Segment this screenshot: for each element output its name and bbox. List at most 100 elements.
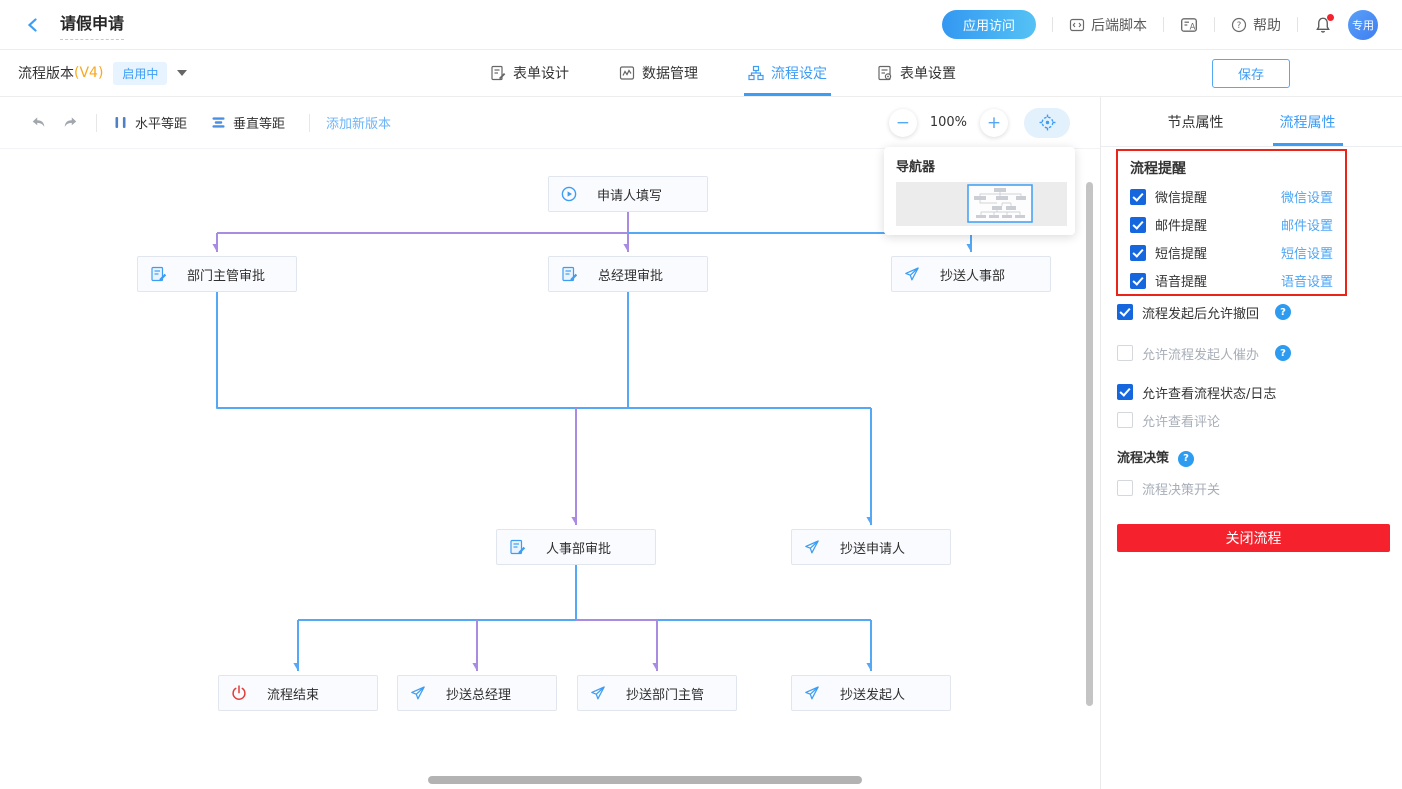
checkbox-label: 微信提醒 bbox=[1155, 187, 1207, 206]
divider bbox=[1163, 17, 1164, 32]
app-access-button[interactable]: 应用访问 bbox=[942, 10, 1036, 39]
view-comments-checkbox[interactable] bbox=[1117, 412, 1133, 428]
help-icon[interactable]: ? bbox=[1275, 345, 1291, 361]
checkbox-label: 允许查看流程状态/日志 bbox=[1142, 383, 1276, 402]
flow-node-dept-manager-approve[interactable]: 部门主管审批 bbox=[137, 256, 297, 292]
flow-node-applicant-fill[interactable]: 申请人填写 bbox=[548, 176, 708, 212]
node-label: 抄送申请人 bbox=[840, 538, 905, 557]
version-tag: (V4) bbox=[74, 65, 103, 81]
approval-edit-icon bbox=[561, 266, 578, 282]
code-icon bbox=[1069, 17, 1085, 33]
tab-flow-setting[interactable]: 流程设定 bbox=[744, 50, 831, 96]
approval-edit-icon bbox=[150, 266, 167, 282]
allow-withdraw-checkbox[interactable] bbox=[1117, 304, 1133, 320]
navigator-toggle-button[interactable] bbox=[1024, 108, 1070, 138]
wechat-reminder-checkbox[interactable] bbox=[1130, 189, 1146, 205]
option-decision-switch: 流程决策开关 bbox=[1117, 478, 1220, 498]
divider bbox=[1297, 17, 1298, 32]
question-circle-icon bbox=[1231, 17, 1247, 33]
target-icon bbox=[1039, 114, 1056, 131]
help-icon[interactable]: ? bbox=[1178, 451, 1194, 467]
flow-node-cc-applicant[interactable]: 抄送申请人 bbox=[791, 529, 951, 565]
canvas-toolbar: 水平等距 垂直等距 添加新版本 − 100% + bbox=[0, 97, 1100, 149]
checkbox-label: 流程发起后允许撤回 bbox=[1142, 303, 1259, 322]
avatar[interactable]: 专用 bbox=[1348, 10, 1378, 40]
option-view-status-log: 允许查看流程状态/日志 bbox=[1117, 382, 1276, 402]
redo-button[interactable] bbox=[60, 113, 80, 133]
node-label: 抄送人事部 bbox=[940, 265, 1005, 284]
checkbox-label: 语音提醒 bbox=[1155, 271, 1207, 290]
play-circle-icon bbox=[561, 186, 577, 202]
close-flow-button[interactable]: 关闭流程 bbox=[1117, 524, 1390, 552]
data-manage-icon bbox=[619, 65, 635, 81]
main-area: 水平等距 垂直等距 添加新版本 − 100% + bbox=[0, 97, 1402, 789]
divider bbox=[309, 114, 310, 132]
panel-tab-label: 节点属性 bbox=[1168, 112, 1224, 132]
flow-canvas: 水平等距 垂直等距 添加新版本 − 100% + bbox=[0, 97, 1100, 789]
flow-node-cc-gm[interactable]: 抄送总经理 bbox=[397, 675, 557, 711]
flow-node-gm-approve[interactable]: 总经理审批 bbox=[548, 256, 708, 292]
sms-reminder-checkbox[interactable] bbox=[1130, 245, 1146, 261]
view-status-log-checkbox[interactable] bbox=[1117, 384, 1133, 400]
vertical-spacing-button[interactable]: 垂直等距 bbox=[211, 113, 285, 132]
form-design-icon bbox=[490, 65, 506, 81]
page-title: 请假申请 bbox=[60, 10, 124, 40]
tab-flow-properties[interactable]: 流程属性 bbox=[1280, 97, 1336, 146]
option-view-comments: 允许查看评论 bbox=[1117, 410, 1220, 430]
email-reminder-checkbox[interactable] bbox=[1130, 217, 1146, 233]
help-label: 帮助 bbox=[1253, 15, 1281, 35]
decision-title: 流程决策 bbox=[1117, 449, 1169, 469]
checkbox-label: 允许查看评论 bbox=[1142, 411, 1220, 430]
save-button[interactable]: 保存 bbox=[1212, 59, 1290, 88]
checkbox-label: 邮件提醒 bbox=[1155, 215, 1207, 234]
flow-node-cc-initiator[interactable]: 抄送发起人 bbox=[791, 675, 951, 711]
flow-node-end[interactable]: 流程结束 bbox=[218, 675, 378, 711]
navigator-popup: 导航器 bbox=[884, 147, 1075, 235]
zoom-out-button[interactable]: − bbox=[889, 109, 917, 137]
horizontal-scrollbar[interactable] bbox=[428, 776, 862, 784]
redo-icon bbox=[62, 114, 79, 131]
voice-settings-link[interactable]: 语音设置 bbox=[1281, 271, 1333, 290]
navigator-title: 导航器 bbox=[896, 156, 1067, 175]
paper-plane-icon bbox=[904, 266, 920, 282]
add-version-button[interactable]: 添加新版本 bbox=[326, 113, 391, 132]
tab-node-properties[interactable]: 节点属性 bbox=[1168, 97, 1224, 146]
back-button[interactable] bbox=[22, 14, 44, 36]
reminder-row-wechat: 微信提醒 微信设置 bbox=[1130, 186, 1333, 207]
version-dropdown-caret[interactable] bbox=[177, 70, 187, 76]
help-button[interactable]: 帮助 bbox=[1231, 15, 1281, 35]
node-label: 总经理审批 bbox=[598, 265, 663, 284]
tab-form-settings[interactable]: 表单设置 bbox=[873, 50, 960, 96]
status-badge: 启用中 bbox=[113, 62, 167, 85]
email-settings-link[interactable]: 邮件设置 bbox=[1281, 215, 1333, 234]
power-icon bbox=[231, 685, 247, 701]
flow-node-cc-hr-dept[interactable]: 抄送人事部 bbox=[891, 256, 1051, 292]
decision-switch-checkbox[interactable] bbox=[1117, 480, 1133, 496]
node-label: 申请人填写 bbox=[597, 185, 662, 204]
flow-node-cc-dept-manager[interactable]: 抄送部门主管 bbox=[577, 675, 737, 711]
approval-edit-icon bbox=[509, 539, 526, 555]
backend-script-button[interactable]: 后端脚本 bbox=[1069, 15, 1147, 35]
voice-reminder-checkbox[interactable] bbox=[1130, 273, 1146, 289]
tab-data-manage[interactable]: 数据管理 bbox=[615, 50, 702, 96]
flow-reminder-section: 流程提醒 微信提醒 微信设置 邮件提醒 邮件设置 短信提醒 短信设置 bbox=[1116, 149, 1347, 296]
help-icon[interactable]: ? bbox=[1275, 304, 1291, 320]
navigator-minimap[interactable] bbox=[896, 182, 1067, 226]
tab-label: 流程设定 bbox=[771, 63, 827, 83]
node-label: 抄送发起人 bbox=[840, 684, 905, 703]
module-tabs: 表单设计 数据管理 流程设定 表单设置 bbox=[486, 50, 960, 96]
wechat-settings-link[interactable]: 微信设置 bbox=[1281, 187, 1333, 206]
document-a-button[interactable] bbox=[1180, 16, 1198, 34]
zoom-in-button[interactable]: + bbox=[980, 109, 1008, 137]
horizontal-spacing-button[interactable]: 水平等距 bbox=[113, 113, 187, 132]
vertical-scrollbar[interactable] bbox=[1086, 182, 1093, 706]
notification-button[interactable] bbox=[1314, 16, 1332, 34]
tab-form-design[interactable]: 表单设计 bbox=[486, 50, 573, 96]
panel-tab-label: 流程属性 bbox=[1280, 112, 1336, 132]
sms-settings-link[interactable]: 短信设置 bbox=[1281, 243, 1333, 262]
panel-tabs: 节点属性 流程属性 bbox=[1101, 97, 1402, 147]
flow-node-hr-approve[interactable]: 人事部审批 bbox=[496, 529, 656, 565]
allow-urge-checkbox[interactable] bbox=[1117, 345, 1133, 361]
undo-button[interactable] bbox=[28, 113, 48, 133]
backend-script-label: 后端脚本 bbox=[1091, 15, 1147, 35]
